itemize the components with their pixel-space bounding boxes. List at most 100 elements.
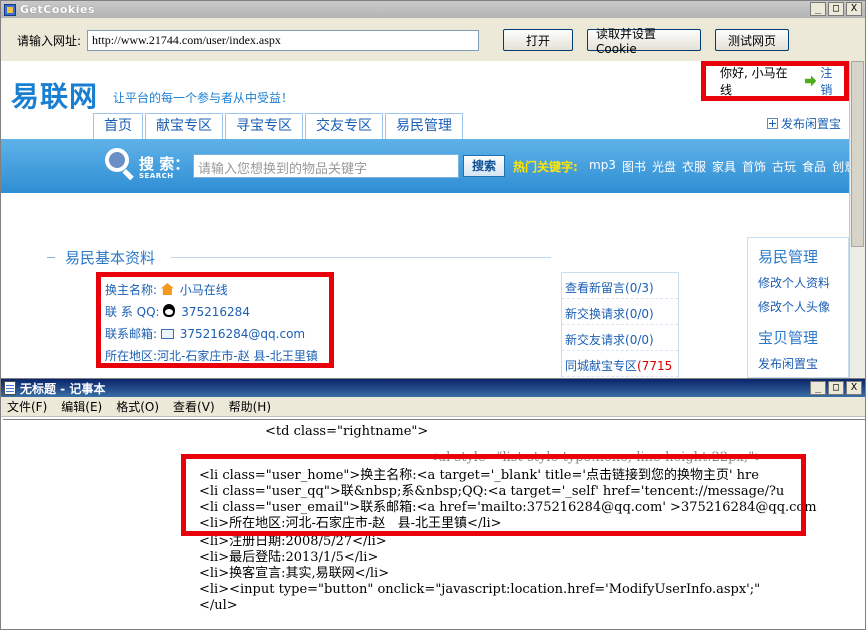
hot-keyword[interactable]: 古玩	[772, 158, 796, 175]
mail-icon	[160, 329, 174, 339]
section-title: 易民基本资料	[47, 247, 155, 268]
email-link[interactable]: 375216284@qq.com	[180, 327, 305, 341]
area-value: 河北-石家庄市-赵 县-北王里镇	[157, 349, 318, 363]
post-free-link[interactable]: 发布闲置宝	[767, 115, 841, 132]
maximize-button[interactable]: □	[828, 2, 844, 16]
nav-manage[interactable]: 易民管理	[385, 113, 463, 139]
logout-icon	[804, 75, 817, 87]
hot-keyword[interactable]: 家具	[712, 158, 736, 175]
notification-label: 查看新留言	[565, 281, 626, 295]
code-line: <td class="rightname">	[265, 424, 429, 439]
hot-keyword[interactable]: 食品	[802, 158, 826, 175]
site-header: 易联网 让平台的每一个参与者从中受益！ 你好, 小马在线 注销 首页 献宝专区 …	[1, 61, 849, 139]
browser-scrollbar[interactable]	[849, 61, 865, 378]
logout-link[interactable]: 注销	[820, 64, 844, 98]
search-input[interactable]: 请输入您想换到的物品关键字	[193, 154, 459, 178]
side-item-edit-profile[interactable]: 修改个人资料	[748, 271, 848, 295]
profile-row-area: 所在地区:河北-石家庄市-赵 县-北王里镇	[105, 345, 325, 367]
code-line: <li>注册日期:2008/5/27</li>	[199, 534, 387, 549]
qq-icon	[163, 304, 176, 317]
side-item-edit-avatar[interactable]: 修改个人头像	[748, 295, 848, 319]
nav-home[interactable]: 首页	[93, 113, 143, 139]
getcookies-titlebar[interactable]: GetCookies _ □ X	[1, 1, 865, 18]
code-highlight-box	[181, 454, 806, 536]
nav-seek[interactable]: 寻宝专区	[225, 113, 303, 139]
nav-offer[interactable]: 献宝专区	[145, 113, 223, 139]
notepad-titlebar[interactable]: 无标题 - 记事本 _ □ X	[1, 379, 865, 397]
hot-keyword[interactable]: 首饰	[742, 158, 766, 175]
site-slogan: 让平台的每一个参与者从中受益！	[113, 91, 294, 105]
notification-count: (7715	[637, 359, 673, 373]
menu-edit[interactable]: 编辑(E)	[61, 398, 102, 415]
test-page-button[interactable]: 测试网页	[715, 29, 790, 51]
hot-keywords: mp3 图书 光盘 衣服 家具 首饰 古玩 食品 创意	[589, 158, 849, 175]
side-menu: 易民管理 修改个人资料 修改个人头像 宝贝管理 发布闲置宝	[747, 237, 849, 378]
notification-count: (0/3)	[625, 281, 654, 295]
minimize-button[interactable]: _	[810, 2, 826, 16]
side-heading-items: 宝贝管理	[758, 329, 819, 347]
hot-keywords-label: 热门关键字:	[513, 160, 578, 174]
app-icon	[4, 3, 16, 16]
menu-view[interactable]: 查看(V)	[173, 398, 215, 415]
search-bar: 搜 索： SEARCH 请输入您想换到的物品关键字 搜索 热门关键字: mp3 …	[1, 139, 849, 193]
notepad-title: 无标题 - 记事本	[20, 381, 106, 396]
post-free-label: 发布闲置宝	[781, 117, 842, 131]
notification-item[interactable]: 新交换请求(0/0)	[562, 299, 678, 325]
area-label: 所在地区:	[105, 349, 158, 363]
url-toolbar: 请输入网址: http://www.21744.com/user/index.a…	[1, 18, 865, 62]
notification-label: 同城献宝专区	[565, 359, 638, 373]
notification-label: 新交友请求	[565, 333, 626, 347]
hot-keyword[interactable]: 光盘	[652, 158, 676, 175]
code-line: <li>换客宣言:其实,易联网</li>	[199, 566, 390, 581]
notepad-minimize-button[interactable]: _	[810, 381, 826, 395]
name-label: 换主名称:	[105, 283, 158, 297]
notepad-close-button[interactable]: X	[846, 381, 862, 395]
read-cookie-button[interactable]: 读取并设置Cookie	[587, 27, 702, 56]
user-greeting-box: 你好, 小马在线 注销	[701, 61, 849, 101]
section-divider	[171, 257, 551, 258]
side-item-post[interactable]: 发布闲置宝	[748, 352, 848, 376]
open-button[interactable]: 打开	[503, 29, 574, 51]
notifications-box: 查看新留言(0/3) 新交换请求(0/0) 新交友请求(0/0) 同城献宝专区(…	[561, 272, 679, 378]
notification-item[interactable]: 新交友请求(0/0)	[562, 325, 678, 351]
menu-format[interactable]: 格式(O)	[116, 398, 159, 415]
close-button[interactable]: X	[846, 2, 862, 16]
hot-keyword[interactable]: mp3	[589, 158, 616, 175]
notepad-icon	[4, 381, 16, 395]
notification-item[interactable]: 同城献宝专区(7715	[562, 351, 678, 377]
menu-file[interactable]: 文件(F)	[7, 398, 47, 415]
email-label: 联系邮箱:	[105, 327, 158, 341]
url-input[interactable]: http://www.21744.com/user/index.aspx	[87, 29, 480, 51]
side-heading-manage: 易民管理	[758, 248, 819, 266]
nav-friends[interactable]: 交友专区	[305, 113, 383, 139]
qq-link[interactable]: 375216284	[181, 305, 250, 319]
plus-icon	[767, 118, 778, 129]
main-nav: 首页 献宝专区 寻宝专区 交友专区 易民管理	[93, 113, 465, 139]
hot-keyword[interactable]: 衣服	[682, 158, 706, 175]
qq-label: 联 系 QQ:	[105, 305, 160, 319]
notepad-menubar: 文件(F) 编辑(E) 格式(O) 查看(V) 帮助(H)	[1, 397, 865, 417]
notification-count: (0/0)	[625, 307, 654, 321]
url-label: 请输入网址:	[17, 33, 82, 48]
hot-keyword[interactable]: 创意	[832, 158, 849, 175]
greeting-text: 你好, 小马在线	[720, 66, 788, 97]
name-link[interactable]: 小马在线	[180, 283, 228, 297]
scrollbar-thumb[interactable]	[851, 61, 864, 247]
notepad-maximize-button[interactable]: □	[828, 381, 844, 395]
window-title: GetCookies	[20, 3, 96, 16]
code-line: </ul>	[199, 598, 238, 613]
profile-row-email: 联系邮箱: 375216284@qq.com	[105, 323, 325, 345]
site-logo[interactable]: 易联网	[11, 75, 98, 115]
profile-info-box: 换主名称: 小马在线 联 系 QQ: 375216284 联系邮箱: 37521…	[96, 272, 334, 368]
hot-keyword[interactable]: 图书	[622, 158, 646, 175]
browser-view: 易联网 让平台的每一个参与者从中受益！ 你好, 小马在线 注销 首页 献宝专区 …	[1, 61, 849, 378]
search-title: 搜 索：	[139, 155, 190, 173]
notification-label: 新交换请求	[565, 307, 626, 321]
notification-count: (0/0)	[625, 333, 654, 347]
magnifier-icon	[105, 148, 129, 172]
menu-help[interactable]: 帮助(H)	[229, 398, 271, 415]
notification-item[interactable]: 查看新留言(0/3)	[562, 273, 678, 299]
profile-row-qq: 联 系 QQ: 375216284	[105, 301, 325, 323]
home-icon	[160, 283, 174, 295]
search-button[interactable]: 搜索	[463, 155, 505, 177]
